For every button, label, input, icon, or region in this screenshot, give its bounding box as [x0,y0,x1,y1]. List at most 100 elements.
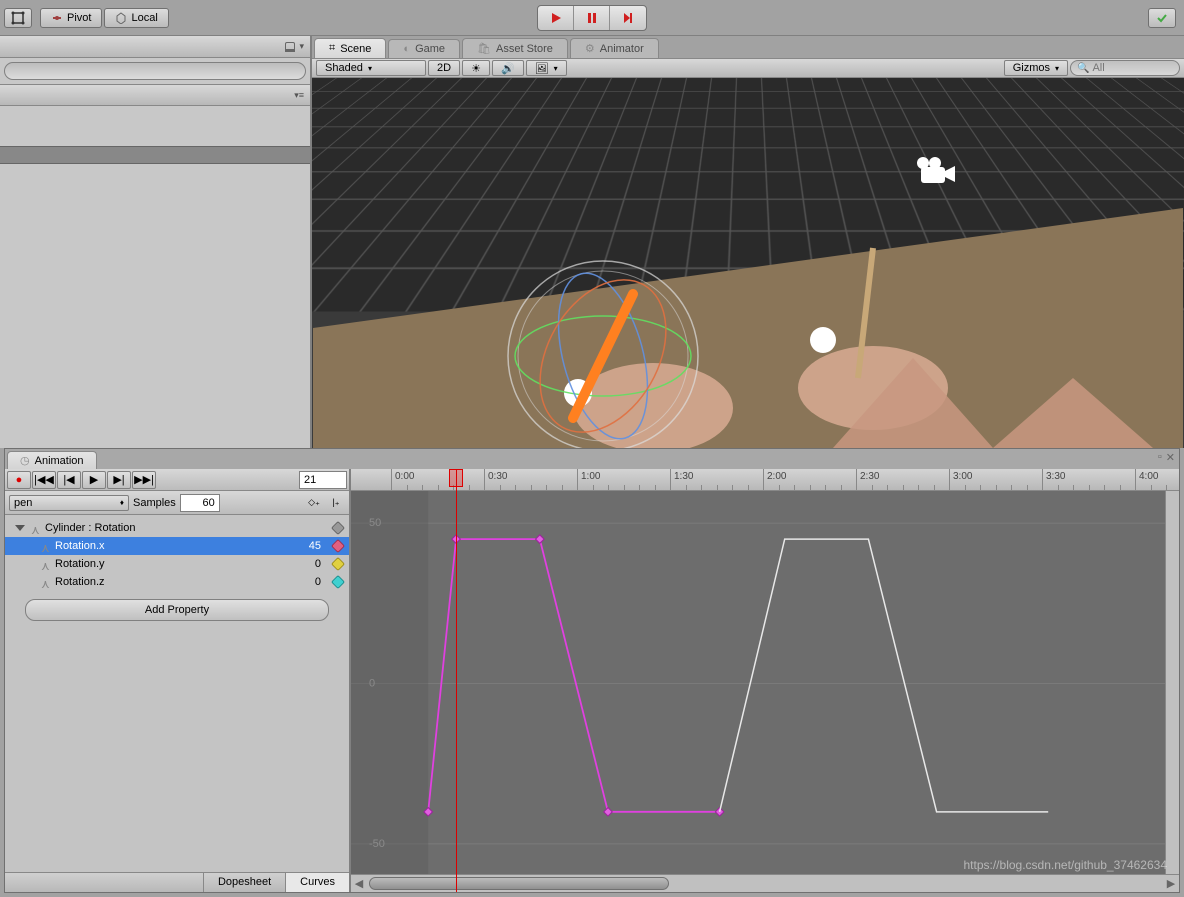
add-keyframe-button[interactable]: ◇₊ [305,494,323,512]
clip-dropdown[interactable]: pen ♦ [9,495,129,511]
shading-label: Shaded [325,62,363,74]
horizontal-scrollbar[interactable]: ◀ ▶ [351,874,1179,892]
property-row[interactable]: Rotation.x 45 [5,537,349,555]
panel-menu-icon[interactable]: ▾≡ [294,90,304,101]
animator-icon: ⚙ [585,42,595,55]
transform-icon [41,577,51,587]
scene-tabs: ⌗ Scene ◐ Game 🛍 Asset Store ⚙ Animator [312,36,1184,58]
tab-scene-label: Scene [340,43,371,55]
2d-label: 2D [437,62,451,74]
keyframe-indicator[interactable] [331,521,345,535]
close-icon[interactable]: ✕ [1166,451,1175,464]
first-frame-button[interactable]: |◀◀ [32,471,56,489]
property-root-row[interactable]: Cylinder : Rotation [5,519,349,537]
clip-name: pen [14,497,32,509]
anim-play-button[interactable]: ▶ [82,471,106,489]
samples-input[interactable] [180,494,220,512]
dopesheet-tab[interactable]: Dopesheet [203,873,285,892]
tab-game[interactable]: ◐ Game [388,39,460,58]
last-frame-button[interactable]: ▶▶| [132,471,156,489]
prev-key-button[interactable]: |◀ [57,471,81,489]
local-label: Local [131,12,157,24]
search-icon: 🔍 [1077,63,1089,74]
transform-icon [31,523,41,533]
scroll-thumb[interactable] [369,877,669,890]
transform-icon [41,541,51,551]
image-icon: 🖼 [535,62,549,75]
keyframe-indicator[interactable] [331,539,345,553]
property-value: 0 [279,558,329,570]
curves-editor[interactable]: 0:000:301:001:302:002:303:003:304:00 500… [351,469,1179,892]
main-toolbar: Pivot Local [0,0,1184,36]
hierarchy-selected-row[interactable] [0,146,310,164]
property-root-label: Cylinder : Rotation [45,522,329,534]
camera-gizmo-icon [917,157,955,183]
speaker-icon: 🔊 [501,62,515,75]
anim-play-icon: ▶ [90,473,98,486]
play-controls [537,5,647,31]
ruler-tick: 3:30 [1042,469,1065,490]
curves-tab[interactable]: Curves [285,873,349,892]
shading-dropdown[interactable]: Shaded [316,60,426,76]
scene-search-input[interactable] [1089,62,1169,74]
play-button[interactable] [538,6,574,30]
right-toolbar-button[interactable] [1148,8,1176,28]
add-event-icon: |₊ [332,497,339,508]
fx-dropdown[interactable]: 🖼 [526,60,567,76]
prev-key-icon: |◀ [63,473,74,486]
rect-tool-button[interactable] [4,8,32,28]
tab-asset-store-label: Asset Store [496,43,553,55]
audio-toggle[interactable]: 🔊 [492,60,524,76]
curves-area[interactable]: 500-50 [351,491,1179,874]
play-icon [549,11,563,25]
ruler-tick: 2:00 [763,469,786,490]
local-button[interactable]: Local [104,8,168,28]
step-button[interactable] [610,6,646,30]
next-key-icon: ▶| [113,473,124,486]
property-row[interactable]: Rotation.z 0 [5,573,349,591]
lock-icon[interactable] [285,42,295,52]
frame-input[interactable] [299,471,347,489]
hierarchy-search-input[interactable] [4,62,306,80]
scene-viewport[interactable] [312,78,1184,448]
vertical-scrollbar[interactable] [1165,491,1179,874]
clock-icon: ◷ [20,454,30,467]
scroll-left-button[interactable]: ◀ [351,875,367,892]
tab-animation[interactable]: ◷ Animation [7,451,97,469]
2d-toggle[interactable]: 2D [428,60,460,76]
tab-animator[interactable]: ⚙ Animator [570,38,659,58]
property-name: Rotation.x [15,540,275,552]
lighting-toggle[interactable]: ☀ [462,60,490,76]
disclosure-icon[interactable] [15,525,25,531]
pivot-button[interactable]: Pivot [40,8,102,28]
pivot-label: Pivot [67,12,91,24]
scroll-right-button[interactable]: ▶ [1163,875,1179,892]
ruler-tick: 1:00 [577,469,600,490]
record-button[interactable]: ● [7,471,31,489]
scene-content [312,78,1184,448]
add-property-button[interactable]: Add Property [25,599,329,621]
gizmos-dropdown[interactable]: Gizmos [1004,60,1068,76]
local-icon [115,12,127,24]
maximize-icon[interactable]: ▫ [1158,451,1162,464]
animation-tab-label: Animation [35,455,84,467]
property-tree: Cylinder : Rotation Rotation.x 45 Rotati… [5,515,349,872]
dropdown-icon[interactable]: ▾ [299,41,304,52]
game-icon: ◐ [403,43,410,55]
asset-store-icon: 🛍 [477,42,491,55]
pause-button[interactable] [574,6,610,30]
property-value: 45 [279,540,329,552]
scene-icon: ⌗ [329,42,335,55]
property-row[interactable]: Rotation.y 0 [5,555,349,573]
pivot-icon [51,12,63,24]
add-event-button[interactable]: |₊ [327,494,345,512]
keyframe-indicator[interactable] [331,557,345,571]
tab-asset-store[interactable]: 🛍 Asset Store [462,38,568,58]
tab-game-label: Game [415,43,445,55]
keyframe-indicator[interactable] [331,575,345,589]
tab-scene[interactable]: ⌗ Scene [314,38,386,58]
timeline-ruler[interactable]: 0:000:301:001:302:002:303:003:304:00 [351,469,1179,491]
playhead[interactable] [456,469,457,892]
animation-playback-controls: ● |◀◀ |◀ ▶ ▶| ▶▶| [5,469,349,491]
next-key-button[interactable]: ▶| [107,471,131,489]
